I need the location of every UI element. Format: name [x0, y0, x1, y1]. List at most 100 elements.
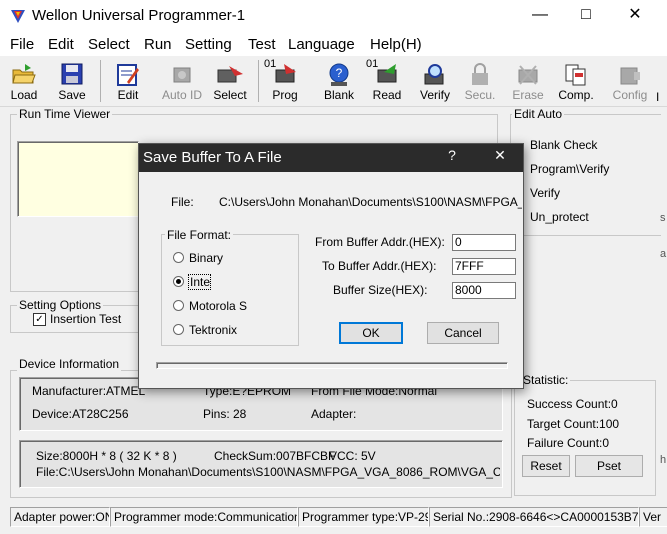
manufacturer-value: Manufacturer:ATMEL [32, 384, 146, 398]
blank-label: Blank [323, 88, 355, 102]
file-format-label: File Format: [165, 228, 234, 242]
format-motorola-label[interactable]: Motorola S [189, 299, 247, 313]
insertion-test-checkbox[interactable]: ✓ [33, 313, 46, 326]
edit-auto-label: Edit Auto [512, 107, 565, 121]
edit-auto-program-verify[interactable]: Program\Verify [530, 162, 609, 176]
vcc-value: VCC: 5V [329, 449, 376, 463]
edit-button[interactable]: Edit [106, 58, 150, 104]
ok-button[interactable]: OK [339, 322, 403, 344]
menu-setting[interactable]: Setting [185, 36, 232, 53]
adapter-value: Adapter: [311, 407, 357, 421]
edit-auto-verify[interactable]: Verify [530, 186, 560, 200]
save-label: Save [58, 88, 86, 102]
menu-run[interactable]: Run [144, 36, 172, 53]
secu-button[interactable]: Secu. [460, 58, 500, 104]
load-button[interactable]: Load [4, 58, 44, 104]
file-path-value: File:C:\Users\John Monahan\Documents\S10… [36, 465, 500, 479]
menu-language[interactable]: Language [288, 36, 355, 53]
format-binary-radio[interactable] [173, 252, 184, 263]
format-intel-radio[interactable] [173, 276, 184, 287]
pins-value: Pins: 28 [203, 407, 247, 421]
save-button[interactable]: Save [52, 58, 92, 104]
edge-mark: s [660, 212, 666, 224]
app-logo-icon [11, 10, 25, 23]
prog-button[interactable]: 01 Prog [262, 58, 308, 104]
menu-select[interactable]: Select [88, 36, 130, 53]
device-value: Device:AT28C256 [32, 407, 129, 421]
format-tektronix-radio[interactable] [173, 324, 184, 335]
window-title: Wellon Universal Programmer-1 [32, 7, 246, 24]
pset-button[interactable]: Pset [575, 455, 643, 477]
maximize-button[interactable]: □ [563, 0, 609, 32]
save-progress-bar [156, 362, 508, 369]
edge-mark: h [660, 454, 667, 466]
edit-label: Edit [117, 88, 139, 102]
statistic-label: Statistic: [521, 373, 571, 387]
erase-label: Erase [512, 88, 544, 102]
close-window-button[interactable]: ✕ [612, 0, 658, 32]
auto-id-chip-icon [173, 67, 191, 83]
auto-id-label: Auto ID [161, 88, 203, 102]
config-button[interactable]: Config [606, 58, 654, 104]
auto-id-button[interactable]: Auto ID [160, 58, 204, 104]
comp-label: Comp. [558, 88, 594, 102]
insertion-test-label: Insertion Test [50, 312, 122, 326]
run-time-viewer-log[interactable] [17, 141, 139, 217]
device-information-label: Device Information [17, 357, 122, 371]
status-adapter-power: Adapter power:ON [10, 507, 110, 527]
dialog-title: Save Buffer To A File [143, 149, 282, 166]
edit-auto-blank-check[interactable]: Blank Check [530, 138, 597, 152]
to-addr-label: To Buffer Addr.(HEX): [322, 259, 437, 273]
verify-magnifier-icon [424, 64, 444, 85]
minimize-button[interactable]: — [517, 0, 563, 32]
menu-edit[interactable]: Edit [48, 36, 74, 53]
format-binary-label[interactable]: Binary [189, 251, 223, 265]
select-chip-icon [217, 66, 243, 83]
reset-button[interactable]: Reset [522, 455, 570, 477]
buffer-size-input[interactable]: 8000 [452, 282, 516, 299]
blank-button[interactable]: ? Blank [316, 58, 362, 104]
menu-test[interactable]: Test [248, 36, 276, 53]
blank-check-question-icon: ? [329, 63, 349, 86]
read-chip-icon [377, 64, 397, 83]
config-chip-icon [620, 67, 640, 85]
comp-button[interactable]: Comp. [554, 58, 598, 104]
checksum-value: CheckSum:007BFCBF [214, 449, 336, 463]
dialog-help-button[interactable]: ? [437, 147, 467, 163]
dialog-close-button[interactable]: ✕ [485, 147, 515, 164]
select-button[interactable]: Select [208, 58, 252, 104]
program-chip-icon [275, 64, 296, 83]
secu-label: Secu. [464, 88, 496, 102]
file-path-display: C:\Users\John Monahan\Documents\S100\NAS… [219, 195, 522, 209]
to-addr-input[interactable]: 7FFF [452, 258, 516, 275]
verify-button[interactable]: Verify [414, 58, 456, 104]
edit-document-icon [117, 64, 139, 86]
svg-text:?: ? [336, 66, 343, 80]
edge-mark: a [660, 248, 667, 260]
format-intel-label[interactable]: Intel [188, 274, 211, 290]
from-addr-input[interactable]: 0 [452, 234, 516, 251]
erase-chip-icon [518, 65, 538, 85]
read-button[interactable]: 01 Read [364, 58, 410, 104]
read-label: Read [372, 88, 402, 102]
success-count: Success Count:0 [527, 397, 618, 411]
format-motorola-radio[interactable] [173, 300, 184, 311]
floppy-disk-icon [61, 63, 83, 85]
select-label: Select [213, 88, 247, 102]
status-version: Ver [639, 507, 667, 527]
buffer-info-panel [19, 440, 503, 488]
toolbar-separator [100, 60, 101, 102]
verify-label: Verify [419, 88, 450, 102]
save-buffer-dialog: Save Buffer To A File ? ✕ File: C:\Users… [138, 143, 524, 389]
buffer-size-label: Buffer Size(HEX): [333, 283, 428, 297]
erase-button[interactable]: Erase [506, 58, 550, 104]
cancel-button[interactable]: Cancel [427, 322, 499, 344]
edit-auto-unprotect[interactable]: Un_protect [530, 210, 589, 224]
setting-options-label: Setting Options [17, 298, 104, 312]
toolbar-separator [258, 60, 259, 102]
menu-help[interactable]: Help(H) [370, 36, 422, 53]
status-programmer-type: Programmer type:VP-290+ [298, 507, 429, 527]
format-tektronix-label[interactable]: Tektronix [189, 323, 237, 337]
menu-file[interactable]: File [10, 36, 34, 53]
failure-count: Failure Count:0 [527, 436, 610, 450]
